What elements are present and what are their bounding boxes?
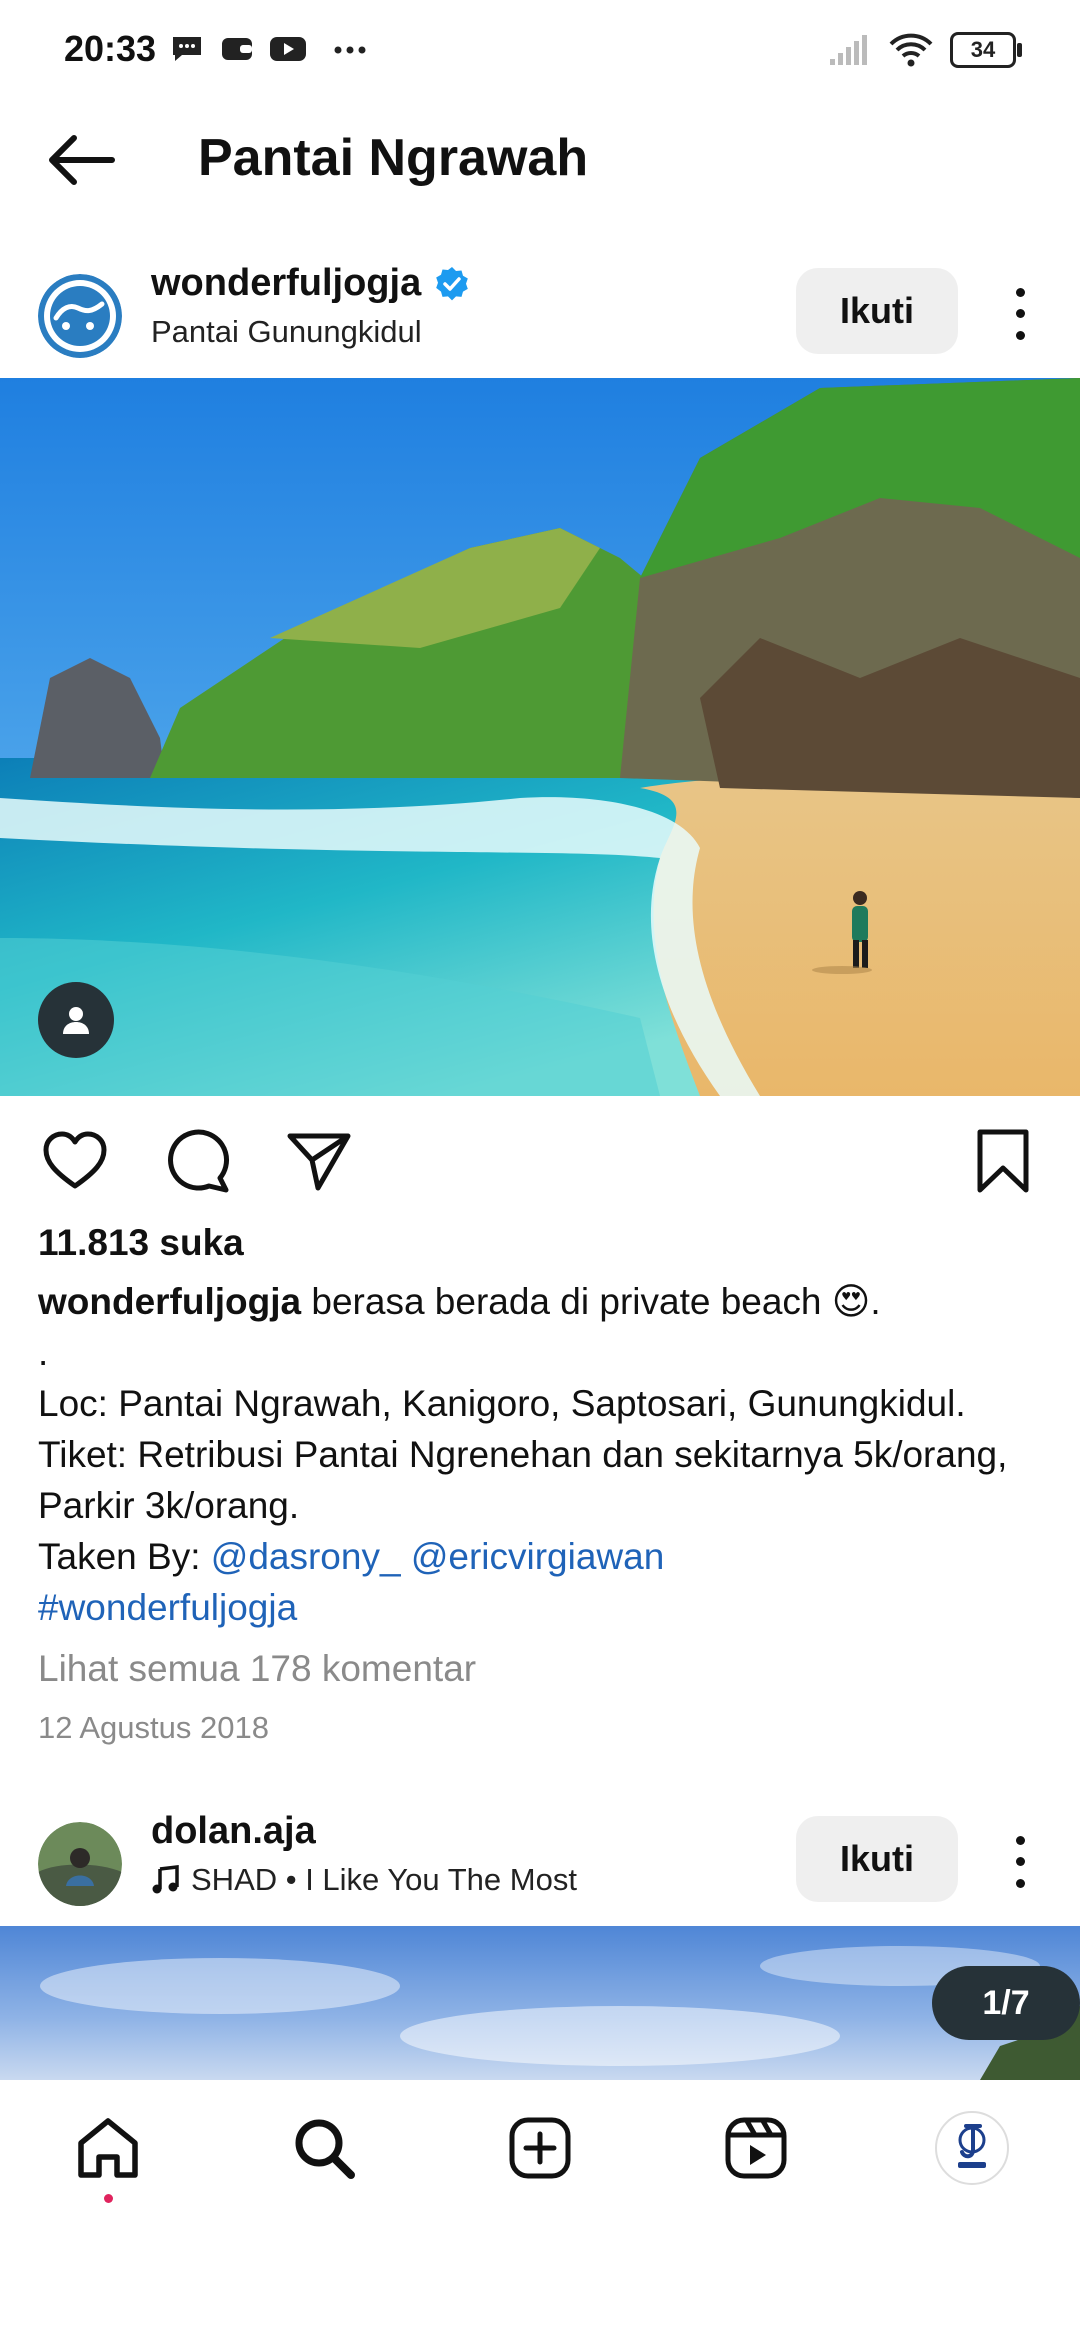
page-title: Pantai Ngrawah <box>198 129 589 187</box>
notification-dot <box>104 2194 113 2203</box>
beach-photo <box>0 378 1080 1096</box>
caption-text: berasa berada di private beach 😍. <box>301 1281 881 1322</box>
post-header: wonderfuljogja Pantai Gunungkidul Ikuti <box>0 250 1080 380</box>
nav-home[interactable] <box>68 2108 148 2203</box>
bottom-navigation <box>0 2080 1080 2210</box>
post-date: 12 Agustus 2018 <box>38 1710 269 1745</box>
profile-avatar <box>935 2111 1009 2185</box>
share-send-icon[interactable] <box>284 1126 354 1196</box>
home-icon <box>78 2118 138 2178</box>
comment-icon[interactable] <box>164 1126 234 1196</box>
avatar[interactable] <box>38 274 122 358</box>
status-bar: 20:33 34 <box>0 0 1080 100</box>
post-username[interactable]: wonderfuljogja <box>151 262 471 305</box>
more-dots-icon <box>334 46 366 54</box>
post-actions <box>0 1120 1080 1200</box>
post-header: dolan.aja SHAD • I Like You The Most Iku… <box>0 1798 1080 1928</box>
message-icon <box>173 37 201 61</box>
view-comments-link[interactable]: Lihat semua 178 komentar <box>38 1648 476 1690</box>
sky-photo <box>40 1946 1080 2080</box>
wallet-icon <box>222 38 252 60</box>
caption-dot: . <box>38 1332 49 1373</box>
arrow-left-icon[interactable] <box>40 130 120 190</box>
username-text[interactable]: wonderfuljogja <box>151 262 421 305</box>
reels-icon <box>725 2117 787 2179</box>
carousel-counter: 1/7 <box>932 1966 1080 2040</box>
signal-icon <box>830 35 867 65</box>
music-note-icon <box>152 1865 179 1894</box>
search-icon <box>295 2119 355 2179</box>
wifi-icon <box>889 33 933 67</box>
post-caption: wonderfuljogja berasa berada di private … <box>38 1276 1048 1633</box>
caption-location: Loc: Pantai Ngrawah, Kanigoro, Saptosari… <box>38 1383 966 1424</box>
caption-taken-by: Taken By: <box>38 1536 211 1577</box>
bookmark-icon[interactable] <box>968 1126 1038 1196</box>
follow-button[interactable]: Ikuti <box>796 268 958 354</box>
mention-link[interactable]: @ericvirgiawan <box>411 1536 664 1577</box>
like-heart-icon[interactable] <box>40 1126 110 1196</box>
youtube-icon <box>270 37 306 61</box>
person-icon <box>63 1007 89 1034</box>
nav-search[interactable] <box>284 2108 364 2188</box>
music-label[interactable]: SHAD • I Like You The Most <box>191 1862 577 1898</box>
nav-profile[interactable] <box>932 2108 1012 2188</box>
jogja-logo-icon <box>38 274 122 358</box>
caption-ticket: Tiket: Retribusi Pantai Ngrenehan dan se… <box>38 1434 1008 1526</box>
post-music[interactable]: SHAD • I Like You The Most <box>151 1862 577 1898</box>
post-location[interactable]: Pantai Gunungkidul <box>151 314 422 350</box>
follow-button[interactable]: Ikuti <box>796 1816 958 1902</box>
nav-reels[interactable] <box>716 2108 796 2188</box>
user-photo-avatar <box>38 1822 122 1906</box>
post-image[interactable] <box>0 378 1080 1096</box>
verified-badge-icon <box>436 266 469 300</box>
post-image[interactable] <box>0 1926 1080 2080</box>
add-post-icon <box>509 2117 571 2179</box>
status-time: 20:33 <box>64 28 157 69</box>
avatar[interactable] <box>38 1822 122 1906</box>
caption-username[interactable]: wonderfuljogja <box>38 1281 301 1322</box>
top-header: Pantai Ngrawah <box>0 110 1080 210</box>
mention-link[interactable]: @dasrony_ <box>211 1536 401 1577</box>
battery-icon: 34 <box>950 32 1022 68</box>
nav-create[interactable] <box>500 2108 580 2188</box>
post-username[interactable]: dolan.aja <box>151 1810 316 1853</box>
hashtag-link[interactable]: #wonderfuljogja <box>38 1587 297 1628</box>
tagged-people-button[interactable] <box>38 982 114 1058</box>
username-text[interactable]: dolan.aja <box>151 1810 316 1853</box>
more-options-icon[interactable] <box>1000 1830 1040 1894</box>
likes-count[interactable]: 11.813 suka <box>38 1222 244 1264</box>
more-options-icon[interactable] <box>1000 282 1040 346</box>
